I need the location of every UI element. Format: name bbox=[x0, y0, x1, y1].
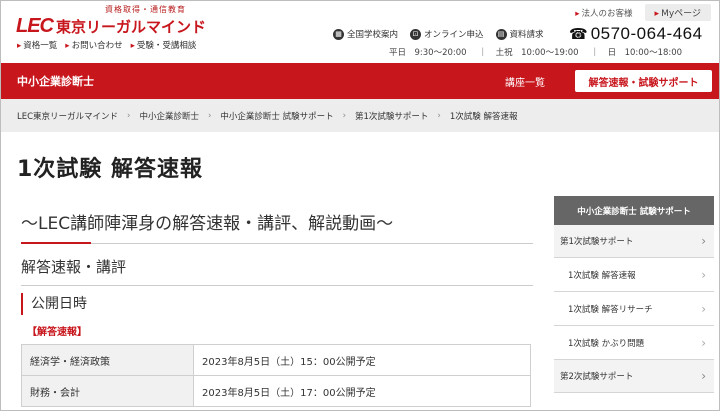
breadcrumb-item[interactable]: 中小企業診断士 試験サポート bbox=[220, 110, 333, 122]
contact-schools-label: 全国学校案内 bbox=[347, 30, 399, 40]
nav-support-button[interactable]: 解答速報・試験サポート bbox=[575, 70, 712, 92]
page-title: 1次試験 解答速報 bbox=[17, 157, 203, 182]
sidebar-heading: 中小企業診断士 試験サポート bbox=[554, 196, 714, 225]
main-content: ～LEC講師陣渾身の解答速報・講評、解説動画～ 解答速報・講評 公開日時 【解答… bbox=[21, 199, 533, 407]
schedule-subject: 経済学・経済政策 bbox=[21, 344, 194, 376]
breadcrumb-current: 1次試験 解答速報 bbox=[449, 111, 518, 122]
contact-online[interactable]: ⊡ オンライン申込 bbox=[410, 28, 484, 40]
contact-materials-label: 資料請求 bbox=[509, 30, 544, 40]
sidebar-item-overlap[interactable]: 1次試験 かぶり問題 bbox=[554, 326, 714, 360]
lead-heading: ～LEC講師陣渾身の解答速報・講評、解説動画～ bbox=[21, 199, 533, 244]
business-hours: 平日 9:30～20:00 ｜ 土祝 10:00～19:00 ｜ 日 10:00… bbox=[389, 46, 682, 58]
link-license-list[interactable]: 資格一覧 bbox=[17, 39, 57, 51]
logo-tagline: 資格取得・通信教育 bbox=[105, 5, 186, 14]
chevron-right-icon: › bbox=[207, 110, 212, 121]
logo-text: 東京リーガルマインド bbox=[56, 18, 207, 36]
nav-title[interactable]: 中小企業診断士 bbox=[17, 73, 94, 89]
link-consultation[interactable]: 受験・受講相談 bbox=[131, 39, 197, 51]
table-row: 経済学・経済政策 2023年8月5日（土）15：00公開予定 bbox=[21, 344, 531, 376]
document-icon: ▤ bbox=[495, 28, 507, 40]
breadcrumb-item[interactable]: LEC東京リーガルマインド bbox=[17, 110, 118, 122]
schedule-table: 経済学・経済政策 2023年8月5日（土）15：00公開予定 財務・会計 202… bbox=[21, 344, 531, 407]
breadcrumb-item[interactable]: 第1次試験サポート bbox=[355, 110, 428, 122]
sidebar-item-second-exam[interactable]: 第2次試験サポート bbox=[554, 360, 714, 393]
site-header: 資格取得・通信教育 LEC 東京リーガルマインド 資格一覧 お問い合わせ 受験・… bbox=[1, 1, 719, 63]
table-row: 財務・会計 2023年8月5日（土）17：00公開予定 bbox=[21, 375, 531, 407]
contact-online-label: オンライン申込 bbox=[424, 30, 484, 40]
logo-mark: LEC bbox=[16, 15, 54, 37]
link-corporate[interactable]: 法人のお客様 bbox=[569, 5, 638, 21]
site-logo[interactable]: LEC 東京リーガルマインド bbox=[16, 15, 206, 38]
hours-saturday: ｜ 土祝 10:00～19:00 bbox=[478, 48, 579, 58]
contact-materials[interactable]: ▤ 資料請求 bbox=[495, 28, 544, 40]
phone-icon: ☎ bbox=[569, 25, 588, 43]
link-contact[interactable]: お問い合わせ bbox=[65, 39, 123, 51]
schedule-time: 2023年8月5日（土）15：00公開予定 bbox=[193, 344, 531, 376]
nav-courses[interactable]: 講座一覧 bbox=[505, 74, 545, 89]
sidebar: 中小企業診断士 試験サポート 第1次試験サポート 1次試験 解答速報 1次試験 … bbox=[554, 196, 714, 393]
chevron-right-icon: › bbox=[437, 110, 441, 121]
building-icon: ▦ bbox=[333, 28, 344, 40]
page-frame: 資格取得・通信教育 LEC 東京リーガルマインド 資格一覧 お問い合わせ 受験・… bbox=[0, 0, 720, 411]
hours-weekday: 平日 9:30～20:00 bbox=[389, 48, 467, 58]
cart-icon: ⊡ bbox=[410, 28, 422, 40]
schedule-label: 【解答速報】 bbox=[27, 327, 87, 338]
chevron-right-icon: › bbox=[127, 110, 131, 121]
schedule-time: 2023年8月5日（土）17：00公開予定 bbox=[193, 375, 531, 407]
subsection-heading: 公開日時 bbox=[21, 293, 533, 315]
header-sub-links: 資格一覧 お問い合わせ 受験・受講相談 bbox=[17, 39, 196, 51]
sidebar-item-first-exam[interactable]: 第1次試験サポート bbox=[554, 225, 714, 258]
phone-number[interactable]: ☎ 0570-064-464 bbox=[569, 24, 703, 44]
sidebar-item-research[interactable]: 1次試験 解答リサーチ bbox=[554, 292, 714, 326]
section-heading: 解答速報・講評 bbox=[21, 246, 533, 286]
breadcrumb: LEC東京リーガルマインド › 中小企業診断士 › 中小企業診断士 試験サポート… bbox=[1, 99, 719, 132]
hours-sunday: ｜ 日 10:00～18:00 bbox=[590, 48, 683, 58]
header-contacts: ▦ 全国学校案内 ⊡ オンライン申込 ▤ 資料請求 bbox=[333, 28, 544, 40]
top-utility: 法人のお客様 Myページ bbox=[569, 4, 711, 21]
phone-number-text: 0570-064-464 bbox=[590, 24, 703, 43]
schedule-subject: 財務・会計 bbox=[21, 375, 194, 407]
category-nav: 中小企業診断士 講座一覧 解答速報・試験サポート bbox=[1, 63, 719, 99]
breadcrumb-item[interactable]: 中小企業診断士 bbox=[139, 110, 199, 122]
chevron-right-icon: › bbox=[342, 110, 346, 121]
sidebar-item-answers[interactable]: 1次試験 解答速報 bbox=[554, 258, 714, 292]
mypage-button[interactable]: Myページ bbox=[644, 4, 711, 21]
contact-schools[interactable]: ▦ 全国学校案内 bbox=[333, 28, 398, 40]
